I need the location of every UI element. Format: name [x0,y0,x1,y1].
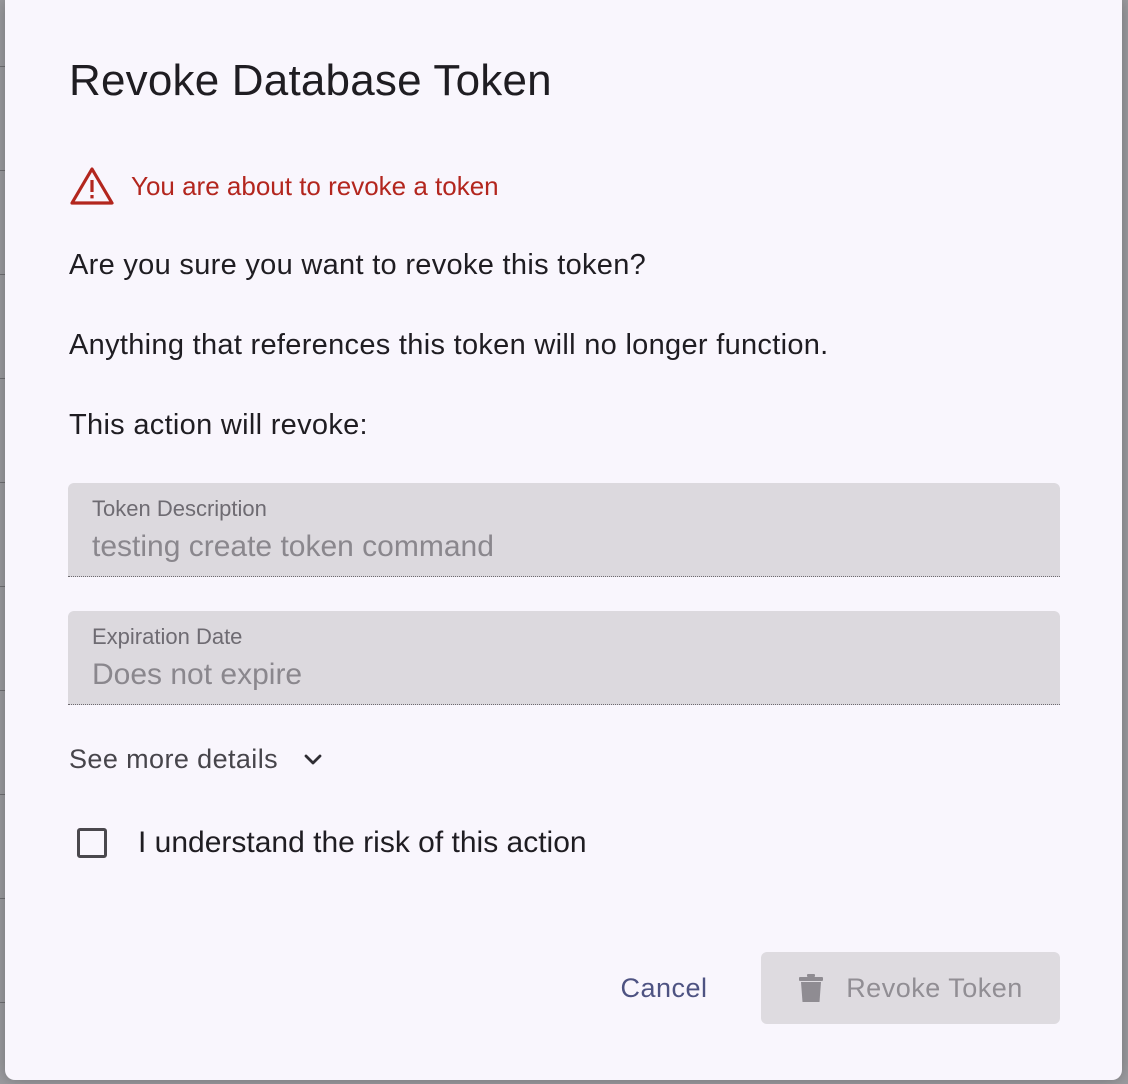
confirm-question: Are you sure you want to revoke this tok… [69,249,647,281]
warning-triangle-icon [70,167,114,205]
chevron-down-icon [304,754,322,764]
see-more-label: See more details [69,744,279,774]
revoke-token-label: Revoke Token [846,972,1023,1003]
field-value: Does not expire [92,658,303,691]
consequence-text: Anything that references this token will… [69,329,829,361]
revoke-intro-text: This action will revoke: [69,409,368,441]
dialog-title: Revoke Database Token [69,56,552,105]
expiration-date-field: Expiration Date Does not expire [68,611,1060,705]
cancel-button[interactable]: Cancel [601,958,727,1018]
acknowledge-risk-checkbox[interactable] [77,828,107,858]
warning-text: You are about to revoke a token [131,170,499,201]
revoke-token-dialog: Revoke Database Token You are about to r… [5,0,1122,1080]
field-value: testing create token command [92,530,494,563]
warning-banner: You are about to revoke a token [69,164,499,208]
field-label: Expiration Date [92,624,243,649]
trash-icon [799,974,824,1002]
revoke-token-button[interactable]: Revoke Token [761,952,1060,1024]
see-more-details-toggle[interactable]: See more details [69,744,324,775]
field-label: Token Description [92,496,267,521]
acknowledge-risk-row[interactable]: I understand the risk of this action [77,826,587,860]
acknowledge-risk-label[interactable]: I understand the risk of this action [138,826,587,860]
token-description-field: Token Description testing create token c… [68,483,1060,577]
